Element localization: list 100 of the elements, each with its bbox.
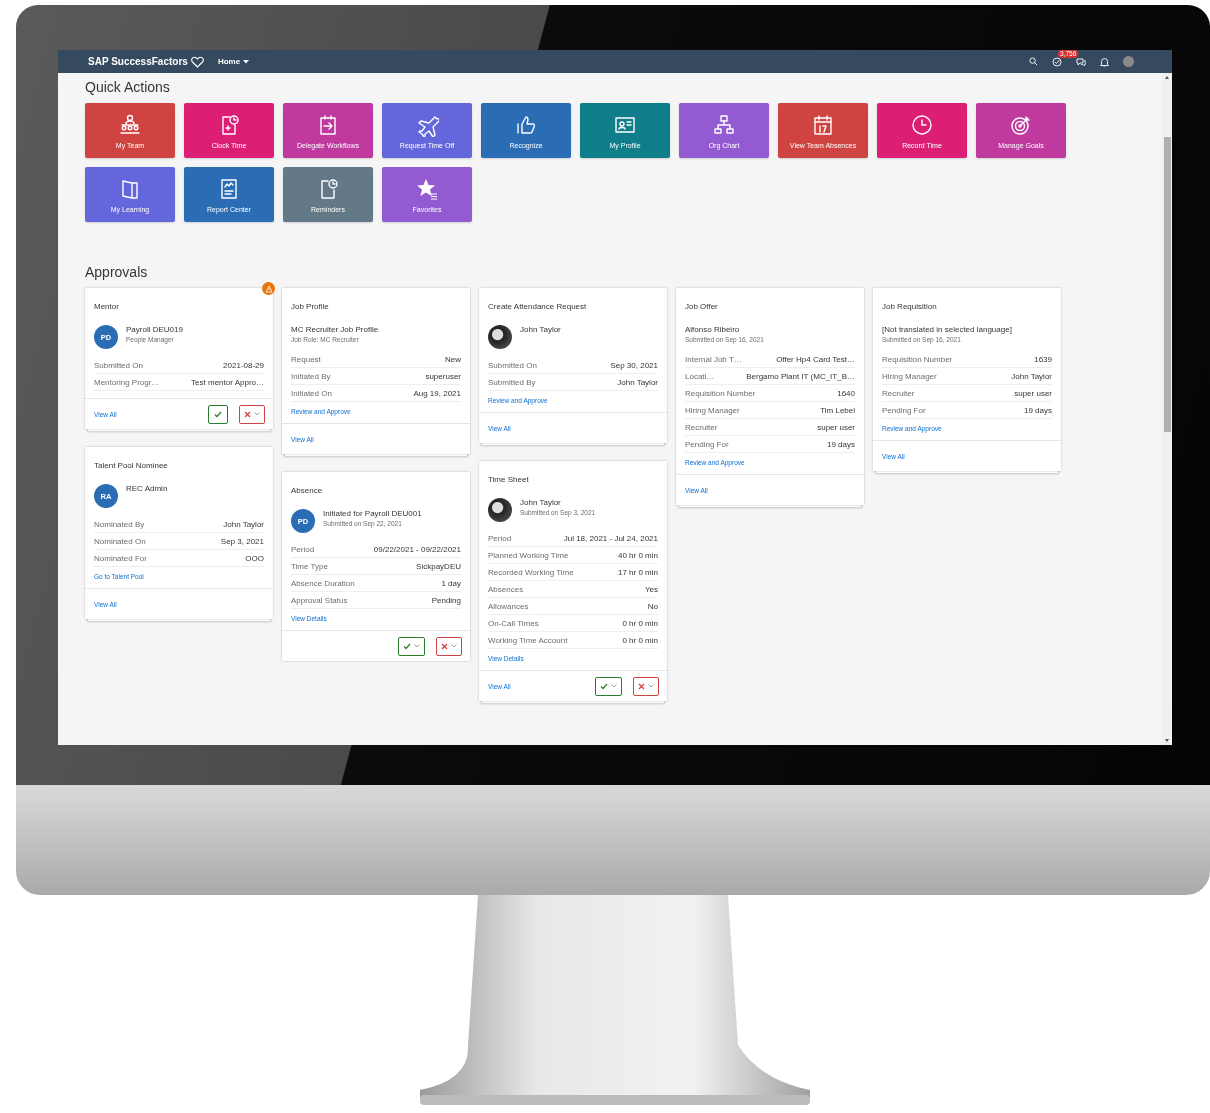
reject-button[interactable] (436, 636, 462, 656)
checklist-icon[interactable] (1052, 56, 1062, 67)
field-value: John Taylor (1011, 372, 1052, 381)
card-title: Job Profile (291, 302, 330, 311)
field-value: New (445, 355, 461, 364)
field-label: Locati… (685, 372, 715, 381)
approve-button[interactable] (398, 636, 425, 656)
field-label: On-Call Times (488, 619, 539, 628)
field-label: Nominated For (94, 554, 147, 563)
card-heading: Alfonso Ribeiro (685, 325, 741, 334)
card-heading: Initiated for Payroll DEU001 (323, 509, 422, 518)
field-label: Submitted On (488, 361, 537, 370)
card-heading: [Not translated in selected language] (882, 325, 1012, 334)
field-label: Pending For (685, 440, 729, 449)
card-title: Absence (291, 486, 324, 495)
section-title: Quick Actions (85, 79, 171, 95)
field-value: No (647, 602, 658, 611)
field-value: Jul 18, 2021 - Jul 24, 2021 (563, 534, 658, 543)
scrollbar[interactable] (1162, 73, 1172, 745)
field-value: Bergamo Plant IT (MC_IT_B… (746, 372, 855, 381)
close-icon (441, 642, 448, 650)
field-label: Recruiter (882, 389, 915, 398)
field-value: 19 days (826, 440, 855, 449)
field-value: 09/22/2021 - 09/22/2021 (373, 545, 461, 554)
field-value: SickpayDEU (416, 562, 461, 571)
close-icon (638, 682, 645, 690)
field-label: Initiated On (291, 389, 332, 398)
field-label: Pending For (882, 406, 926, 415)
card-heading: MC Recruiter Job Profile (291, 325, 379, 334)
approve-button[interactable] (208, 404, 228, 424)
field-label: Period (488, 534, 512, 543)
field-label: Nominated By (94, 520, 145, 529)
field-label: Mentoring Progr… (94, 378, 160, 387)
check-icon (214, 410, 222, 418)
field-label: Internal Job T… (685, 355, 742, 364)
field-label: Hiring Manager (882, 372, 937, 381)
field-label: Time Type (291, 562, 328, 571)
field-value: OOO (245, 554, 264, 563)
team-icon (118, 112, 142, 137)
photo-placeholder (488, 325, 512, 349)
check-icon (600, 682, 608, 690)
field-label: Initiated By (291, 372, 331, 381)
field-label: Absences (488, 585, 524, 594)
card-title: Job Requisition (882, 302, 938, 311)
reject-button[interactable] (239, 404, 265, 424)
scroll-thumb[interactable] (1163, 137, 1171, 432)
calendar-icon (811, 112, 835, 137)
org-chart-icon (712, 112, 736, 137)
caret-icon (243, 59, 250, 64)
home-menu[interactable]: Home (217, 57, 250, 66)
photo-placeholder (488, 498, 512, 522)
field-value: 0 hr 0 min (622, 619, 658, 628)
field-label: Nominated On (94, 537, 146, 546)
field-value: 2021-08-29 (223, 361, 264, 370)
field-value: John Taylor (223, 520, 264, 529)
field-label: Recorded Working Time (488, 568, 574, 577)
field-value: 1639 (1034, 355, 1052, 364)
chat-icon[interactable] (1076, 56, 1086, 67)
caret-icon (648, 684, 654, 688)
search-icon[interactable] (1029, 57, 1038, 66)
card-heading: John Taylor (520, 498, 562, 507)
check-icon (403, 642, 411, 650)
field-value: Yes (644, 585, 658, 594)
close-icon (244, 410, 251, 418)
approve-button[interactable] (595, 676, 622, 696)
card-title: Mentor (94, 302, 120, 311)
brand-name: SAP SuccessFactors (88, 56, 188, 67)
card-heading: REC Admin (126, 484, 168, 493)
field-label: Requisition Number (685, 389, 756, 398)
card-title: Talent Pool Nominee (94, 461, 169, 470)
field-label: Request (291, 355, 321, 364)
field-label: Allowances (488, 602, 529, 611)
field-value: Pending (431, 596, 461, 605)
field-value: 0 hr 0 min (622, 636, 658, 645)
reject-button[interactable] (633, 676, 659, 696)
field-label: Working Time Account (488, 636, 568, 645)
caret-icon (254, 412, 260, 416)
field-label: Planned Working Time (488, 551, 569, 560)
field-value: Offer Hp4 Card Test… (776, 355, 855, 364)
field-label: Submitted On (94, 361, 143, 370)
field-value: super user (817, 423, 855, 432)
field-value: 1 day (441, 579, 461, 588)
field-value: 17 hr 0 min (617, 568, 658, 577)
field-value: Tim Lebel (820, 406, 855, 415)
field-label: Requisition Number (882, 355, 953, 364)
user-avatar[interactable] (1123, 56, 1134, 67)
card-title: Create Attendance Request (488, 302, 588, 311)
field-label: Hiring Manager (685, 406, 740, 415)
heart-icon (190, 55, 204, 68)
bell-icon[interactable] (1100, 56, 1109, 67)
clock-icon (910, 112, 934, 137)
field-label: Absence Duration (291, 579, 355, 588)
field-value: 19 days (1023, 406, 1052, 415)
field-label: Recruiter (685, 423, 718, 432)
field-value: super user (1014, 389, 1052, 398)
field-label: Period (291, 545, 315, 554)
field-value: Sep 30, 2021 (610, 361, 658, 370)
caret-icon (451, 644, 457, 648)
field-value: superuser (425, 372, 461, 381)
card-heading: John Taylor (520, 325, 561, 334)
